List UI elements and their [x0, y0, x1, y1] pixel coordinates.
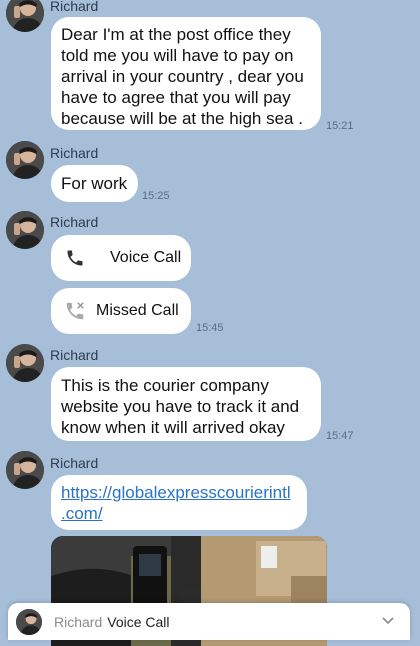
message-line: This is the courier company [61, 376, 269, 395]
notification-sender: Richard [54, 613, 103, 630]
sender-name: Richard [50, 214, 99, 230]
message-line: Dear I'm at the post office they [61, 25, 291, 44]
link-text[interactable]: .com/ [61, 503, 297, 524]
message-time: 15:45 [196, 322, 224, 334]
call-label: Voice Call [110, 249, 182, 266]
sender-name: Richard [50, 0, 99, 14]
voice-call-bubble[interactable]: Voice Call [51, 235, 191, 281]
call-label: Missed Call [96, 302, 179, 319]
message-line: For work [61, 174, 128, 193]
avatar[interactable] [6, 344, 44, 382]
notification-banner[interactable]: Richard Voice Call [8, 603, 410, 640]
phone-icon [60, 248, 90, 268]
sender-name: Richard [50, 455, 99, 471]
message-line: know when it will arrived okay [61, 418, 285, 437]
message-line: have to agree that you will pay [61, 88, 291, 107]
message-line: told me you will have to pay on [61, 46, 294, 65]
message-time: 15:25 [142, 190, 170, 202]
sender-name: Richard [50, 347, 99, 363]
message-time: 15:47 [326, 430, 354, 442]
avatar[interactable] [6, 0, 44, 32]
message-bubble: For work [51, 165, 138, 202]
message-line: because will be at the high sea . [61, 109, 303, 128]
sender-name: Richard [50, 145, 99, 161]
message-bubble: Dear I'm at the post office they told me… [51, 17, 321, 130]
message-bubble: This is the courier company website you … [51, 367, 321, 441]
chevron-down-icon[interactable] [380, 613, 396, 634]
link-bubble: https://globalexpresscourierintl .com/ [51, 475, 307, 530]
message-line: arrival in your country , dear you [61, 67, 304, 86]
avatar[interactable] [6, 451, 44, 489]
missed-call-bubble[interactable]: Missed Call [51, 288, 191, 334]
notification-avatar [16, 608, 42, 635]
missed-call-icon [60, 300, 90, 322]
avatar[interactable] [6, 211, 44, 249]
message-line: website you have to track it and [61, 397, 300, 416]
link-text[interactable]: https://globalexpresscourierintl [61, 482, 297, 503]
avatar[interactable] [6, 141, 44, 179]
message-time: 15:21 [326, 120, 354, 132]
notification-message: Voice Call [107, 613, 170, 630]
